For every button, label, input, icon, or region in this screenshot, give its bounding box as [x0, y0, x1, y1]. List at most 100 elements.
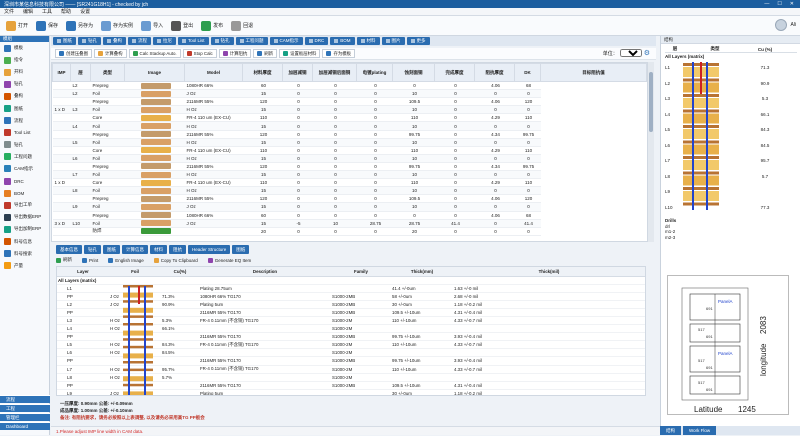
sidebar-item-9[interactable]: 工程问题 [0, 151, 49, 163]
detail-action-button[interactable]: Copy To Clipboard [153, 257, 198, 263]
detail-tab-5[interactable]: 阻抗 [169, 245, 186, 254]
tab-11[interactable]: 材料 [356, 37, 380, 45]
sidebar-item-3[interactable]: 钻孔 [0, 78, 49, 90]
structure-row[interactable]: L8 5.7 [665, 169, 797, 185]
tab-12[interactable]: 图片 [381, 37, 405, 45]
tab-0[interactable]: 图纸 [53, 37, 76, 45]
menu-item[interactable]: 帮助 [61, 8, 71, 15]
tab-10[interactable]: BOM [330, 37, 355, 45]
table-row[interactable]: Prepreg 2116MR 55% 120 0 0 0 99.75 0 4.34 99.75 [52, 130, 647, 139]
detail-action-button[interactable]: Generate EQ Item [207, 257, 251, 263]
detail-action-button[interactable]: 刷新 [56, 257, 72, 263]
unit-select[interactable]: Mil/OZ [619, 49, 642, 57]
sidebar-item-13[interactable]: 导出工单 [0, 199, 49, 211]
table-row[interactable]: L9 Foil J Oz 15 0 0 0 10 0 0 0 [52, 202, 647, 212]
drill-item[interactable]: m1-2 [665, 229, 676, 235]
sidebar-item-6[interactable]: 流程 [0, 115, 49, 127]
tab-13[interactable]: 更多 [406, 37, 430, 45]
table-row[interactable]: L2 Prepreg 1080HR 66% 60 0 0 0 0 0 4.06 68 [52, 81, 647, 91]
table-row[interactable]: Core FR-4 110 um (EX-CU) 110 0 0 0 110 0 4.29 110 [52, 113, 647, 123]
menu-item[interactable]: 编辑 [23, 8, 33, 15]
close-icon[interactable]: ✕ [790, 1, 794, 7]
table-row[interactable]: Prepreg 1080HR 66% 60 0 0 0 0 0 4.06 68 [52, 211, 647, 220]
sidebar-footer-0[interactable]: 流程 [0, 395, 50, 403]
sidebar-item-5[interactable]: 图纸 [0, 102, 49, 114]
settings-gear-icon[interactable]: ⚙ [644, 49, 650, 57]
tab-9[interactable]: DRC [304, 37, 329, 45]
sidebar-footer-3[interactable]: Dashboard [0, 422, 50, 430]
table-row[interactable]: 1 x D Core FR-4 110 um (EX-CU) 110 0 0 0 110 0 4.… [52, 178, 647, 188]
detail-tab-0[interactable]: 基本信息 [56, 245, 82, 254]
sidebar-footer-1[interactable]: 工程 [0, 404, 50, 412]
tab-8[interactable]: CAM指示 [269, 37, 303, 45]
structure-row[interactable]: L3 5.3 [665, 91, 797, 107]
template-button[interactable]: 存为实例 [97, 18, 137, 34]
structure-row[interactable]: L5 84.3 [665, 122, 797, 138]
table-row[interactable]: L6 Foil H Oz 15 0 0 0 10 0 0 0 [52, 154, 647, 163]
sidebar-item-15[interactable]: 导出加制ERP [0, 223, 49, 235]
tab-4[interactable]: 拉尼 [153, 37, 176, 45]
stackup-action-button[interactable]: Stop Calc [182, 49, 217, 58]
sidebar-item-18[interactable]: 产量 [0, 260, 49, 272]
structure-row[interactable]: L10 77.3 [665, 200, 797, 216]
drill-item[interactable]: m2-3 [665, 235, 676, 241]
minimize-icon[interactable]: — [764, 1, 769, 7]
stackup-action-button[interactable]: 设置板层材料 [279, 49, 321, 58]
table-row[interactable]: L2 Foil J Oz 15 0 0 0 10 0 0 0 [52, 89, 647, 99]
save-button[interactable]: 保存 [32, 18, 62, 34]
right-tab-1[interactable]: Work Flow [683, 426, 717, 435]
tab-1[interactable]: 钻孔 [78, 37, 101, 45]
tab-5[interactable]: Tool List [178, 37, 209, 45]
stackup-action-button[interactable]: 刷新 [253, 49, 278, 58]
detail-tab-2[interactable]: 图纸 [103, 245, 120, 254]
maximize-icon[interactable]: ☐ [777, 1, 781, 7]
structure-row[interactable]: L9 [665, 184, 797, 200]
tab-7[interactable]: 工程问题 [235, 37, 268, 45]
table-row[interactable]: Core FR-4 110 um (EX-CU) 110 0 0 0 110 0 4.29 110 [52, 146, 647, 155]
structure-row[interactable]: L2 90.9 [665, 76, 797, 92]
sidebar-item-10[interactable]: CAM指示 [0, 163, 49, 175]
menu-item[interactable]: 工具 [42, 8, 52, 15]
menu-item[interactable]: 文件 [4, 8, 14, 15]
publish-button[interactable]: 发布 [197, 18, 227, 34]
table-row[interactable]: Prepreg 2116MR 55% 120 0 0 0 109.5 0 4.06 120 [52, 194, 647, 204]
stackup-action-button[interactable]: 计算阻抗 [218, 49, 252, 58]
stackup-scrollbar[interactable] [648, 62, 654, 242]
sidebar-item-17[interactable]: 料号搜索 [0, 248, 49, 260]
table-row[interactable]: 3 x D L10 Foil J Oz 15 -5 10 28.75 28.75 41.4 0 41.… [52, 219, 647, 228]
sidebar-item-11[interactable]: DRC [0, 175, 49, 187]
avatar[interactable] [775, 19, 788, 31]
detail-tab-1[interactable]: 钻孔 [84, 245, 101, 254]
detail-action-button[interactable]: English Image [108, 257, 144, 263]
structure-row[interactable]: L6 84.5 [665, 138, 797, 154]
stackup-action-button[interactable]: 创建压叠图 [55, 49, 92, 58]
structure-row[interactable]: L7 95.7 [665, 153, 797, 169]
detail-tab-7[interactable]: 图纸 [232, 245, 250, 254]
table-row[interactable]: 防焊 20 0 0 0 20 0 0 0 [52, 227, 647, 236]
table-row[interactable]: Prepreg 2116MR 55% 120 0 0 0 109.5 0 4.06 120 [52, 97, 647, 107]
sidebar-item-1[interactable]: 指令 [0, 54, 49, 66]
detail-tab-6[interactable]: Header Structure [188, 245, 231, 254]
stackup-action-button[interactable]: 计算叠构 [93, 49, 127, 58]
right-tab-0[interactable]: 结构 [660, 426, 681, 435]
undo-button[interactable]: 回退 [227, 18, 257, 34]
table-row[interactable]: L8 Foil H Oz 15 0 0 0 10 0 0 0 [52, 186, 647, 196]
lock-button[interactable]: 登出 [167, 18, 197, 34]
structure-row[interactable]: L4 66.1 [665, 107, 797, 123]
sidebar-item-14[interactable]: 导出数据ERP [0, 211, 49, 223]
folder-button[interactable]: 打开 [2, 18, 32, 34]
structure-row[interactable]: L1 71.3 [665, 60, 797, 76]
user-area[interactable]: Ali [775, 19, 796, 31]
sidebar-item-16[interactable]: 料号信息 [0, 236, 49, 248]
detail-action-button[interactable]: Print [82, 257, 98, 263]
table-row[interactable]: L7 Foil H Oz 15 0 0 0 10 0 0 0 [52, 170, 647, 180]
table-row[interactable]: L4 Foil H Oz 15 0 0 0 10 0 0 0 [52, 121, 647, 131]
save-as-button[interactable]: 另存为 [62, 18, 97, 34]
tab-6[interactable]: 钻孔 [210, 37, 234, 45]
sidebar-footer-2[interactable]: 管理栏 [0, 413, 50, 421]
menu-item[interactable]: 设置 [80, 8, 90, 15]
sidebar-item-7[interactable]: Tool List [0, 127, 49, 139]
sidebar-item-0[interactable]: 模板 [0, 42, 49, 54]
sidebar-item-4[interactable]: 叠构 [0, 90, 49, 102]
stackup-action-button[interactable]: Calc Stackup Auto. [128, 49, 181, 58]
